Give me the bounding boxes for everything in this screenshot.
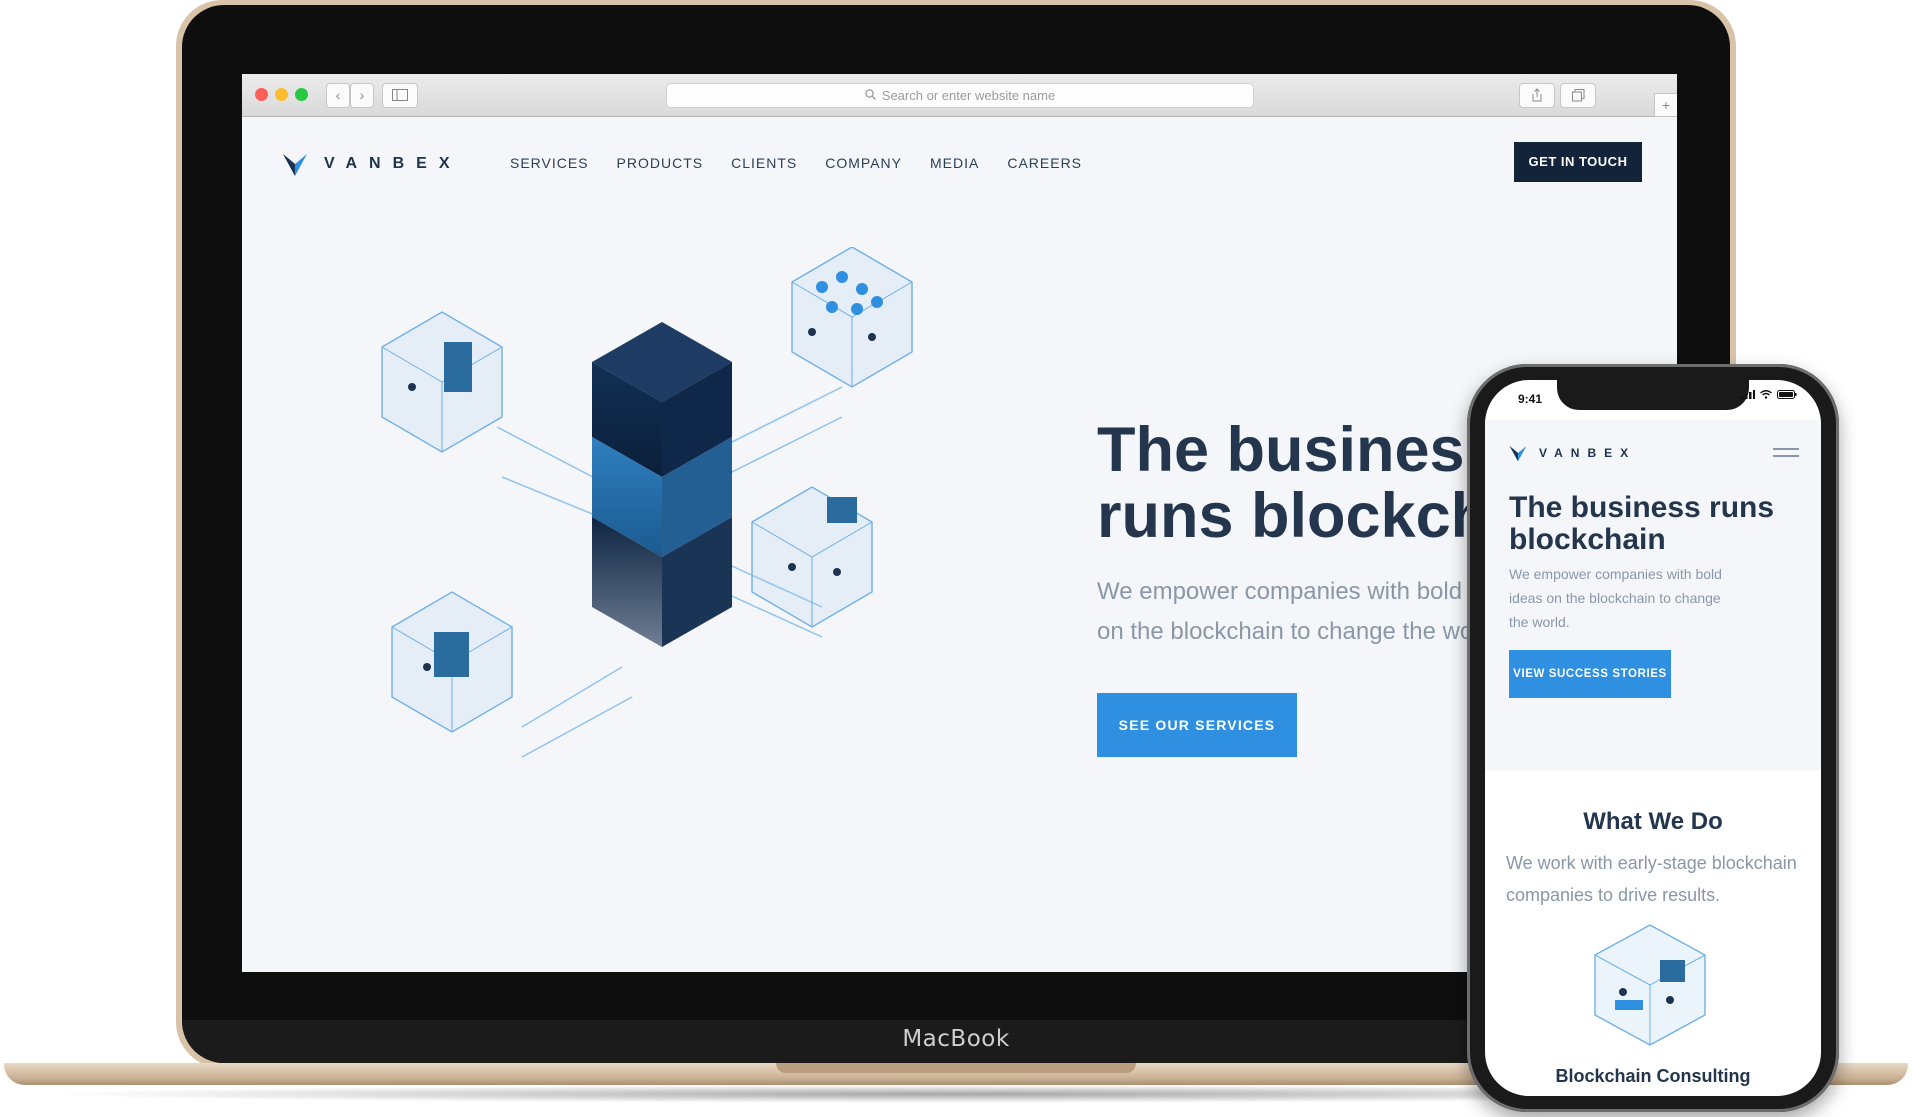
sidebar-icon [392, 89, 408, 101]
logo-wordmark: VANBEX [324, 155, 462, 172]
nav-clients[interactable]: CLIENTS [731, 155, 797, 171]
nav-careers[interactable]: CAREERS [1007, 155, 1082, 171]
forward-button[interactable]: › [350, 83, 374, 108]
get-in-touch-button[interactable]: GET IN TOUCH [1514, 142, 1642, 182]
what-we-do-text: We work with early-stage blockchain comp… [1506, 853, 1797, 905]
consulting-cube-illustration [1594, 924, 1706, 1046]
blockchain-consulting-title: Blockchain Consulting [1555, 1066, 1751, 1086]
view-success-stories-button[interactable]: VIEW SUCCESS STORIES [1509, 650, 1671, 698]
iphone-screen: 9:41 VANBEX The business runs blockchain… [1485, 380, 1821, 1096]
mobile-hero-subtitle: We empower companies with bold ideas on … [1509, 566, 1722, 630]
tabs-overview-button[interactable] [1560, 83, 1596, 108]
minimize-window-button[interactable] [275, 88, 288, 101]
browser-window: ‹ › Search or enter website name + VANBE… [242, 74, 1677, 972]
battery-icon [1777, 390, 1797, 399]
nav-products[interactable]: PRODUCTS [617, 155, 704, 171]
status-icons [1741, 390, 1797, 399]
macbook-opening-notch [776, 1063, 1136, 1073]
chevron-right-icon: › [359, 87, 365, 103]
tabs-icon [1571, 89, 1584, 102]
cellular-signal-icon [1741, 390, 1755, 399]
address-bar[interactable]: Search or enter website name [666, 83, 1254, 108]
sidebar-button[interactable] [382, 83, 418, 108]
iphone-notch [1557, 380, 1749, 410]
nav-services[interactable]: SERVICES [510, 155, 589, 171]
browser-toolbar: ‹ › Search or enter website name + [242, 74, 1677, 117]
address-bar-placeholder: Search or enter website name [881, 88, 1056, 103]
mobile-hero: VANBEX The business runs blockchain We e… [1485, 420, 1821, 770]
hamburger-menu-icon[interactable] [1773, 448, 1799, 462]
iphone-frame: 9:41 VANBEX The business runs blockchain… [1467, 364, 1839, 1112]
mobile-hero-title: The business runs blockchain [1509, 491, 1775, 556]
search-icon [865, 84, 876, 107]
share-icon [1532, 88, 1542, 102]
status-time: 9:41 [1518, 392, 1543, 406]
back-button[interactable]: ‹ [326, 83, 350, 108]
main-navigation: SERVICES PRODUCTS CLIENTS COMPANY MEDIA … [510, 155, 1110, 171]
plus-icon: + [1661, 97, 1671, 113]
vanbex-logo[interactable]: VANBEX [282, 151, 462, 177]
nav-media[interactable]: MEDIA [930, 155, 979, 171]
what-we-do-heading: What We Do [1583, 808, 1723, 835]
nav-company[interactable]: COMPANY [825, 155, 902, 171]
see-our-services-button[interactable]: SEE OUR SERVICES [1097, 693, 1297, 757]
new-tab-button[interactable]: + [1654, 93, 1677, 117]
close-window-button[interactable] [255, 88, 268, 101]
wifi-icon [1760, 390, 1772, 399]
vanbex-logo-icon [283, 154, 307, 176]
share-button[interactable] [1519, 83, 1555, 108]
mobile-vanbex-logo[interactable]: VANBEX [1509, 444, 1636, 462]
mobile-logo-wordmark: VANBEX [1539, 446, 1637, 460]
blockchain-illustration [381, 247, 913, 758]
chevron-left-icon: ‹ [335, 87, 341, 103]
fullscreen-window-button[interactable] [295, 88, 308, 101]
central-block-stack [592, 322, 732, 647]
vanbex-website: VANBEX SERVICES PRODUCTS CLIENTS COMPANY… [242, 117, 1677, 972]
vanbex-logo-icon [1509, 446, 1527, 462]
